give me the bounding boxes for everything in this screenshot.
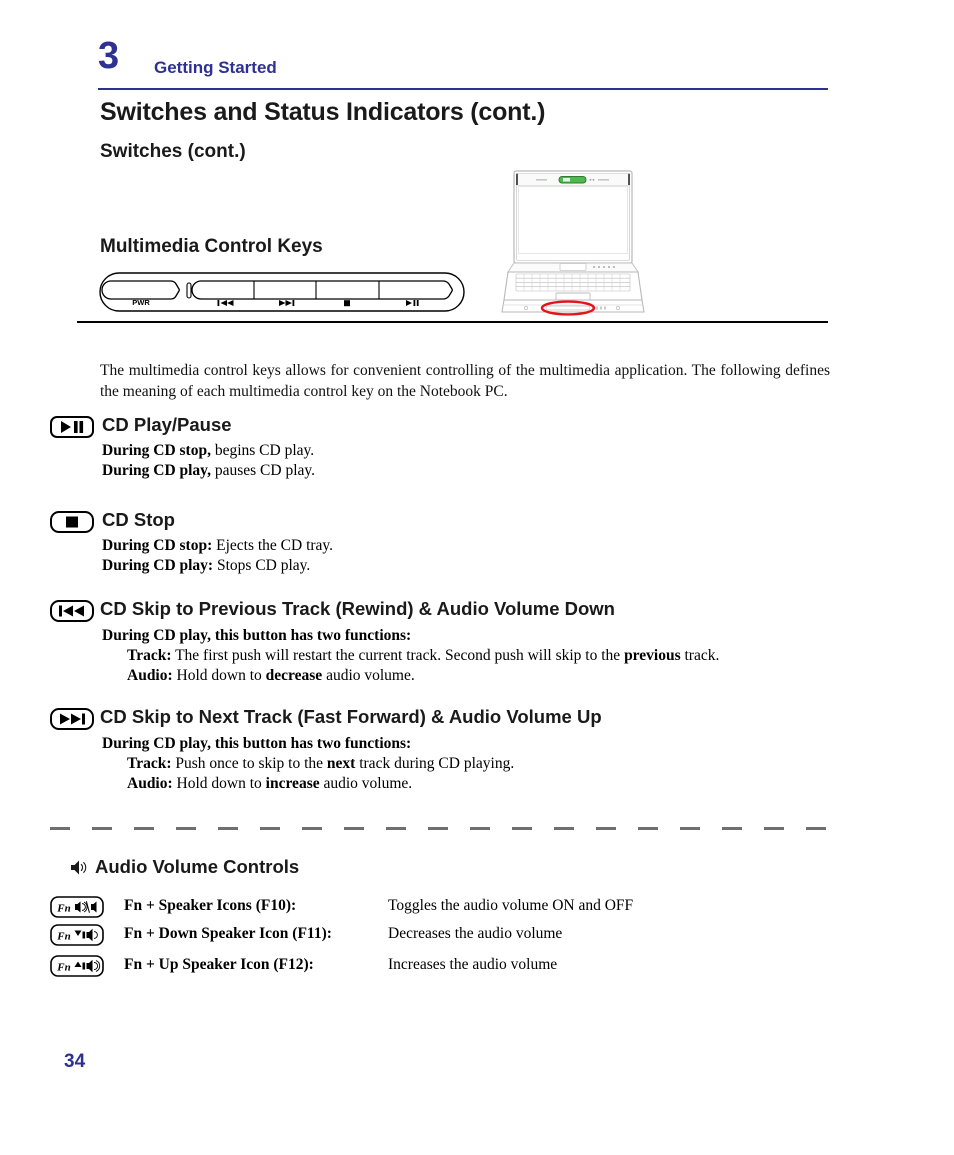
section-divider [77,321,828,323]
speaker-icon [69,858,88,877]
section-line: During CD stop, begins CD play. [102,442,315,459]
section-title: CD Stop [102,509,175,530]
fn-row-label: Fn + Speaker Icons (F10): [124,897,297,914]
stop-icon [50,511,94,533]
play-pause-icon [50,416,94,438]
section-lines: During CD stop: Ejects the CD tray. Duri… [102,536,333,576]
next-track-icon [50,708,94,730]
section-line: During CD play, this button has two func… [102,735,412,752]
section-line: Audio: Hold down to increase audio volum… [127,775,413,792]
section-line: Track: Push once to skip to the next tra… [127,755,515,772]
audio-volume-controls-header: Audio Volume Controls [69,854,299,880]
control-bar-pwr-label: PWR [132,298,150,307]
page-title: Switches and Status Indicators (cont.) [100,98,546,126]
svg-text:Fn: Fn [56,930,70,942]
page-subtitle: Switches (cont.) [100,141,246,162]
page-number: 34 [64,1051,86,1072]
svg-text:Fn: Fn [56,961,70,973]
section-line: During CD play, this button has two func… [102,627,412,644]
section-title: CD Skip to Next Track (Fast Forward) & A… [100,706,602,727]
laptop-illustration [500,168,646,316]
svg-text:Fn: Fn [56,902,70,914]
section-line: During CD play: Stops CD play. [102,557,311,574]
fn-row-description: Decreases the audio volume [388,925,563,942]
section-lines: During CD play, this button has two func… [102,626,719,686]
speaker-toggle-icon: Fn [50,896,104,918]
audio-volume-controls-title: Audio Volume Controls [95,856,300,877]
fn-row-label: Fn + Up Speaker Icon (F12): [124,956,314,973]
multimedia-control-keys-heading: Multimedia Control Keys [100,236,323,257]
control-bar-figure: PWR [99,272,465,312]
prev-track-icon [50,600,94,622]
fn-row-label: Fn + Down Speaker Icon (F11): [124,925,332,942]
section-title: CD Play/Pause [102,414,232,435]
section-title: CD Skip to Previous Track (Rewind) & Aud… [100,598,615,619]
intro-paragraph: The multimedia control keys allows for c… [100,361,830,400]
fn-row-description: Increases the audio volume [388,956,558,973]
section-line: Track: The first push will restart the c… [127,647,720,664]
section-lines: During CD play, this button has two func… [102,734,514,794]
dashed-divider [50,827,828,830]
fn-row-description: Toggles the audio volume ON and OFF [388,897,634,914]
section-line: Audio: Hold down to decrease audio volum… [127,667,415,684]
chapter-title: Getting Started [154,58,277,77]
chapter-number: 3 [98,35,119,77]
speaker-up-icon: Fn [50,955,104,977]
section-line: During CD play, pauses CD play. [102,462,316,479]
chapter-header: 3 Getting Started [98,37,828,88]
control-bar-stop-icon [344,300,350,307]
speaker-down-icon: Fn [50,924,104,946]
header-divider [98,88,828,90]
section-lines: During CD stop, begins CD play. During C… [102,441,315,481]
section-line: During CD stop: Ejects the CD tray. [102,537,334,554]
